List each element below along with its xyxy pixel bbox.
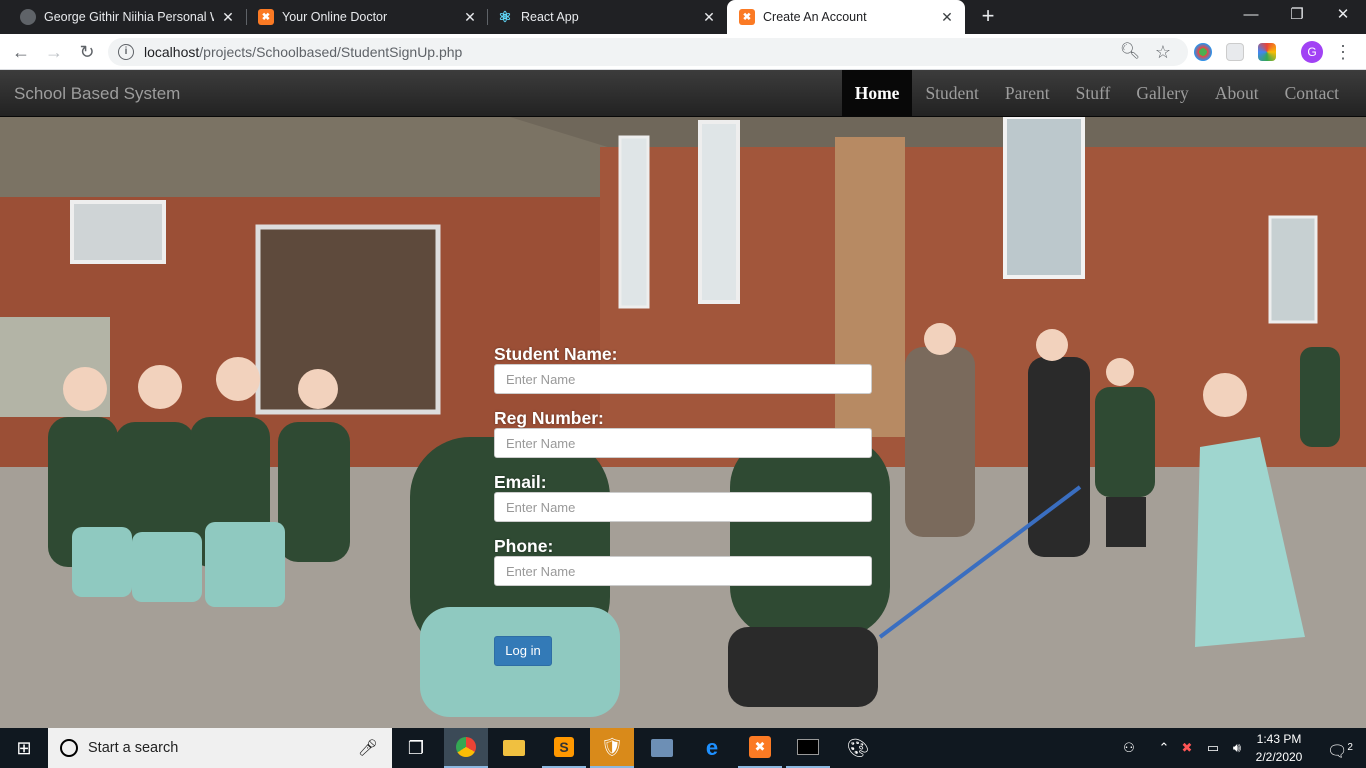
bookmark-star-icon[interactable]: ☆ xyxy=(1151,40,1175,64)
signup-form: Student Name: Reg Number: Email: Phone: … xyxy=(494,344,872,666)
back-icon[interactable]: ← xyxy=(9,40,33,64)
tab-create-account[interactable]: ✖ Create An Account ✕ xyxy=(727,0,965,34)
nav-gallery[interactable]: Gallery xyxy=(1123,70,1201,117)
extension-icon[interactable] xyxy=(1226,43,1244,61)
tab-close-icon[interactable]: ✕ xyxy=(462,9,478,26)
new-tab-button[interactable]: + xyxy=(976,4,1000,28)
edge-icon[interactable]: e xyxy=(690,728,734,768)
nav-home[interactable]: Home xyxy=(841,70,913,117)
xampp-icon: ✖ xyxy=(258,9,274,25)
windows-start-icon[interactable]: ⊞ xyxy=(0,728,48,768)
tab-title: Create An Account xyxy=(763,10,867,24)
reg-number-label: Reg Number: xyxy=(494,408,604,428)
globe-icon xyxy=(20,9,36,25)
tab-title: Your Online Doctor xyxy=(282,10,388,24)
sublime-text-icon[interactable]: S xyxy=(542,728,586,768)
login-button[interactable]: Log in xyxy=(494,636,552,666)
microphone-icon[interactable]: 🎤︎ xyxy=(358,738,378,758)
clock-time: 1:43 PM xyxy=(1256,732,1302,746)
extension-icon[interactable] xyxy=(1194,43,1212,61)
zoom-icon[interactable]: 🔍︎ xyxy=(1118,40,1142,64)
tab-react-app[interactable]: ⚛ React App ✕ xyxy=(477,0,727,34)
site-nav: Home Student Parent Stuff Gallery About … xyxy=(841,70,1352,117)
nav-contact[interactable]: Contact xyxy=(1272,70,1352,117)
tab-title: React App xyxy=(521,10,579,24)
student-name-label: Student Name: xyxy=(494,344,618,364)
clock-date: 2/2/2020 xyxy=(1255,750,1303,764)
restore-icon[interactable]: ❐ xyxy=(1274,0,1320,30)
nav-parent[interactable]: Parent xyxy=(992,70,1063,117)
student-name-input[interactable] xyxy=(494,364,872,394)
phone-label: Phone: xyxy=(494,536,554,556)
network-app-icon[interactable] xyxy=(640,728,684,768)
extension-icon[interactable] xyxy=(1258,43,1276,61)
reload-icon[interactable]: ↻ xyxy=(75,40,99,64)
menu-icon[interactable]: ⋮ xyxy=(1331,40,1355,64)
address-bar[interactable]: i localhost/projects/Schoolbased/Student… xyxy=(108,38,1188,66)
tab-close-icon[interactable]: ✕ xyxy=(939,9,955,26)
info-icon[interactable]: i xyxy=(118,44,134,60)
background-photo: Student Name: Reg Number: Email: Phone: … xyxy=(0,117,1366,728)
site-navbar: School Based System Home Student Parent … xyxy=(0,70,1366,117)
react-icon: ⚛ xyxy=(498,9,512,26)
notification-count: 2 xyxy=(1347,742,1353,753)
search-placeholder: Start a search xyxy=(88,740,179,756)
taskbar-clock[interactable]: 1:43 PM 2/2/2020 xyxy=(1246,730,1312,766)
task-view-icon[interactable]: ❐ xyxy=(394,728,438,768)
page-content: School Based System Home Student Parent … xyxy=(0,70,1366,728)
show-hidden-icons[interactable]: ⌃ xyxy=(1154,728,1174,768)
tab-personal-website[interactable]: George Githir Niihia Personal We ✕ xyxy=(0,0,246,34)
tab-close-icon[interactable]: ✕ xyxy=(220,9,236,26)
nav-student[interactable]: Student xyxy=(912,70,991,117)
email-input[interactable] xyxy=(494,492,872,522)
minimize-icon[interactable]: — xyxy=(1228,0,1274,30)
network-warning-icon[interactable]: ✖ xyxy=(1176,728,1198,768)
windows-taskbar: ⊞ Start a search 🎤︎ ❐ S 🛡︎ e ✖ 🎨︎ ⚇ ⌃ ✖ … xyxy=(0,728,1366,768)
forward-icon[interactable]: → xyxy=(42,40,66,64)
xampp-icon: ✖ xyxy=(739,9,755,25)
battery-icon[interactable]: ▭ xyxy=(1202,728,1224,768)
chrome-icon[interactable] xyxy=(444,728,488,768)
action-center-icon[interactable]: 🗨︎2 xyxy=(1320,728,1360,768)
cortana-icon xyxy=(60,739,78,757)
volume-icon[interactable]: 🔊︎ xyxy=(1226,728,1248,768)
people-icon[interactable]: ⚇ xyxy=(1116,728,1142,768)
email-label: Email: xyxy=(494,472,547,492)
browser-toolbar: ← → ↻ i localhost/projects/Schoolbased/S… xyxy=(0,34,1366,70)
browser-tab-strip: George Githir Niihia Personal We ✕ ✖ You… xyxy=(0,0,1366,34)
command-prompt-icon[interactable] xyxy=(786,728,830,768)
window-close-icon[interactable]: ✕ xyxy=(1320,0,1366,30)
nav-about[interactable]: About xyxy=(1202,70,1272,117)
url-host: localhost xyxy=(144,44,200,60)
security-shield-icon[interactable]: 🛡︎ xyxy=(590,728,634,768)
url-path: /projects/Schoolbased/StudentSignUp.php xyxy=(199,44,463,60)
file-explorer-icon[interactable] xyxy=(492,728,536,768)
tab-title: George Githir Niihia Personal We xyxy=(44,10,214,24)
nav-stuff[interactable]: Stuff xyxy=(1063,70,1124,117)
reg-number-input[interactable] xyxy=(494,428,872,458)
taskbar-search-box[interactable]: Start a search 🎤︎ xyxy=(48,728,392,768)
tab-online-doctor[interactable]: ✖ Your Online Doctor ✕ xyxy=(238,0,488,34)
avatar[interactable]: G xyxy=(1301,41,1323,63)
phone-input[interactable] xyxy=(494,556,872,586)
site-brand[interactable]: School Based System xyxy=(14,70,180,117)
tab-close-icon[interactable]: ✕ xyxy=(701,9,717,26)
xampp-taskbar-icon[interactable]: ✖ xyxy=(738,728,782,768)
paint-icon[interactable]: 🎨︎ xyxy=(836,728,880,768)
